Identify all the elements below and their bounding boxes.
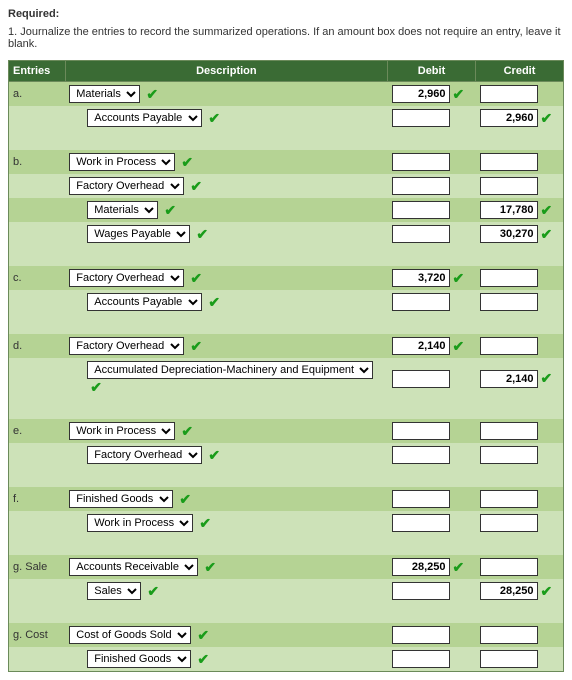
credit-input[interactable] [480,85,538,103]
debit-input[interactable] [392,626,450,644]
check-icon: ✔ [453,559,465,576]
check-icon: ✔ [541,202,553,219]
credit-input[interactable] [480,650,538,668]
credit-input[interactable] [480,293,538,311]
account-select[interactable]: Accounts Payable [87,109,202,127]
check-icon: ✔ [181,423,193,440]
header-entries: Entries [9,61,66,82]
account-select[interactable]: Sales [87,582,141,600]
credit-input[interactable] [480,582,538,600]
check-icon: ✔ [181,154,193,171]
header-description: Description [65,61,387,82]
debit-input[interactable] [392,269,450,287]
account-select[interactable]: Work in Process [69,422,175,440]
entry-label-b: b. [9,150,66,174]
instruction-text: 1. Journalize the entries to record the … [8,26,564,50]
check-icon: ✔ [541,370,553,387]
check-icon: ✔ [197,651,209,668]
check-icon: ✔ [197,627,209,644]
account-select[interactable]: Accounts Receivable [69,558,198,576]
account-select[interactable]: Work in Process [87,514,193,532]
account-select[interactable]: Work in Process [69,153,175,171]
account-select[interactable]: Materials [87,201,158,219]
entry-label-e: e. [9,419,66,443]
credit-input[interactable] [480,269,538,287]
credit-input[interactable] [480,422,538,440]
account-select[interactable]: Factory Overhead [69,269,184,287]
account-select[interactable]: Factory Overhead [69,177,184,195]
check-icon: ✔ [147,583,159,600]
debit-input[interactable] [392,490,450,508]
check-icon: ✔ [179,491,191,508]
credit-input[interactable] [480,558,538,576]
entry-label-d: d. [9,334,66,358]
entry-label-f: f. [9,487,66,511]
debit-input[interactable] [392,370,450,388]
check-icon: ✔ [199,515,211,532]
entry-label-g-sale: g. Sale [9,555,66,579]
account-select[interactable]: Accumulated Depreciation-Machinery and E… [87,361,373,379]
credit-input[interactable] [480,514,538,532]
check-icon: ✔ [453,86,465,103]
account-select[interactable]: Finished Goods [69,490,173,508]
check-icon: ✔ [204,559,216,576]
check-icon: ✔ [541,110,553,127]
check-icon: ✔ [208,294,220,311]
credit-input[interactable] [480,109,538,127]
header-debit: Debit [388,61,476,82]
check-icon: ✔ [541,226,553,243]
entry-label-a: a. [9,82,66,107]
debit-input[interactable] [392,582,450,600]
header-credit: Credit [476,61,564,82]
credit-input[interactable] [480,626,538,644]
debit-input[interactable] [392,514,450,532]
check-icon: ✔ [453,270,465,287]
entry-label-c: c. [9,266,66,290]
check-icon: ✔ [164,202,176,219]
check-icon: ✔ [453,338,465,355]
debit-input[interactable] [392,293,450,311]
check-icon: ✔ [190,178,202,195]
journal-table: Entries Description Debit Credit a. Mate… [8,60,564,672]
check-icon: ✔ [541,583,553,600]
debit-input[interactable] [392,446,450,464]
account-select[interactable]: Materials [69,85,140,103]
required-label: Required: [8,8,564,20]
credit-input[interactable] [480,370,538,388]
credit-input[interactable] [480,153,538,171]
debit-input[interactable] [392,650,450,668]
debit-input[interactable] [392,558,450,576]
check-icon: ✔ [196,226,208,243]
debit-input[interactable] [392,109,450,127]
credit-input[interactable] [480,337,538,355]
debit-input[interactable] [392,422,450,440]
credit-input[interactable] [480,201,538,219]
debit-input[interactable] [392,85,450,103]
credit-input[interactable] [480,225,538,243]
account-select[interactable]: Factory Overhead [69,337,184,355]
entry-label-g-cost: g. Cost [9,623,66,647]
check-icon: ✔ [190,338,202,355]
debit-input[interactable] [392,177,450,195]
debit-input[interactable] [392,225,450,243]
debit-input[interactable] [392,201,450,219]
check-icon: ✔ [90,379,102,396]
check-icon: ✔ [208,447,220,464]
credit-input[interactable] [480,177,538,195]
check-icon: ✔ [146,86,158,103]
check-icon: ✔ [190,270,202,287]
account-select[interactable]: Wages Payable [87,225,190,243]
check-icon: ✔ [208,110,220,127]
debit-input[interactable] [392,337,450,355]
account-select[interactable]: Cost of Goods Sold [69,626,191,644]
account-select[interactable]: Factory Overhead [87,446,202,464]
debit-input[interactable] [392,153,450,171]
account-select[interactable]: Finished Goods [87,650,191,668]
credit-input[interactable] [480,446,538,464]
credit-input[interactable] [480,490,538,508]
account-select[interactable]: Accounts Payable [87,293,202,311]
